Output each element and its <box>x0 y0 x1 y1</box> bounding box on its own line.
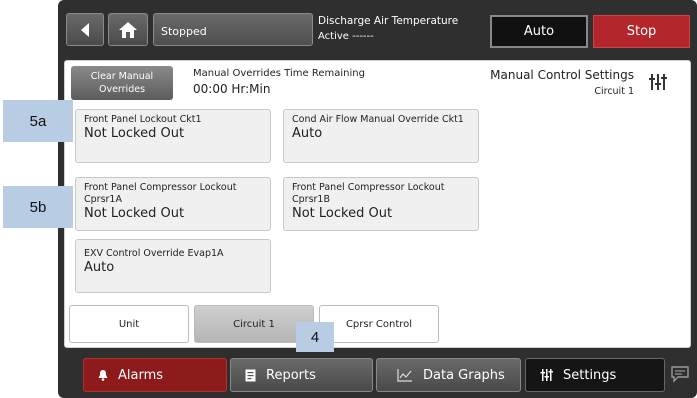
card-label: Front Panel Compressor Lockout Cprsr1A <box>84 182 237 205</box>
card-value: Auto <box>84 260 115 275</box>
page-subtitle: Circuit 1 <box>594 86 634 97</box>
reports-label: Reports <box>266 367 316 383</box>
page-title: Manual Control Settings <box>490 68 634 82</box>
data-graphs-label: Data Graphs <box>423 367 505 383</box>
exv-control-override-card[interactable]: EXV Control Override Evap1A Auto <box>75 239 271 293</box>
data-graphs-button[interactable]: Data Graphs <box>376 358 521 392</box>
card-value: Not Locked Out <box>84 126 185 141</box>
back-button[interactable] <box>66 13 104 46</box>
document-icon <box>245 369 256 381</box>
card-value: Not Locked Out <box>292 206 393 221</box>
manual-control-panel: Clear Manual Overrides Manual Overrides … <box>64 60 691 348</box>
overrides-time-title: Manual Overrides Time Remaining <box>193 68 365 79</box>
card-label: EXV Control Override Evap1A <box>84 248 224 259</box>
auto-button[interactable]: Auto <box>490 15 588 48</box>
callout-4: 4 <box>296 322 334 352</box>
card-label: Front Panel Lockout Ckt1 <box>84 114 202 125</box>
compressor-lockout-cprsr1b-card[interactable]: Front Panel Compressor Lockout Cprsr1B N… <box>283 177 479 231</box>
card-value: Auto <box>292 126 323 141</box>
hvac-control-screen: Stopped Discharge Air Temperature Active… <box>58 0 697 398</box>
card-label: Front Panel Compressor Lockout Cprsr1B <box>292 182 445 205</box>
cond-air-flow-override-card[interactable]: Cond Air Flow Manual Override Ckt1 Auto <box>283 109 479 163</box>
overrides-time-value: 00:00 Hr:Min <box>193 82 271 96</box>
card-value: Not Locked Out <box>84 206 185 221</box>
unit-status[interactable]: Stopped <box>153 13 313 46</box>
callout-5a: 5a <box>3 100 73 142</box>
discharge-air-value: Active ------ <box>318 31 374 42</box>
discharge-air-title: Discharge Air Temperature <box>318 15 459 27</box>
stop-button[interactable]: Stop <box>593 15 690 48</box>
card-label: Cond Air Flow Manual Override Ckt1 <box>292 114 464 125</box>
clear-manual-overrides-button[interactable]: Clear Manual Overrides <box>71 66 173 100</box>
compressor-lockout-cprsr1a-card[interactable]: Front Panel Compressor Lockout Cprsr1A N… <box>75 177 271 231</box>
chat-icon[interactable] <box>670 365 690 383</box>
back-arrow-icon <box>81 22 89 37</box>
home-button[interactable] <box>108 13 148 46</box>
front-panel-lockout-ckt1-card[interactable]: Front Panel Lockout Ckt1 Not Locked Out <box>75 109 271 163</box>
settings-label: Settings <box>563 367 617 383</box>
settings-sliders-icon <box>540 369 553 381</box>
chart-icon <box>397 368 412 382</box>
settings-button[interactable]: Settings <box>525 358 665 392</box>
callout-5b: 5b <box>3 186 73 228</box>
bell-icon <box>98 369 108 381</box>
home-icon <box>119 21 137 38</box>
tab-unit[interactable]: Unit <box>69 305 189 343</box>
settings-sliders-icon <box>649 74 667 90</box>
alarms-button[interactable]: Alarms <box>83 358 227 392</box>
alarms-label: Alarms <box>118 367 164 383</box>
tab-cprsr-control[interactable]: Cprsr Control <box>319 305 439 343</box>
reports-button[interactable]: Reports <box>230 358 373 392</box>
